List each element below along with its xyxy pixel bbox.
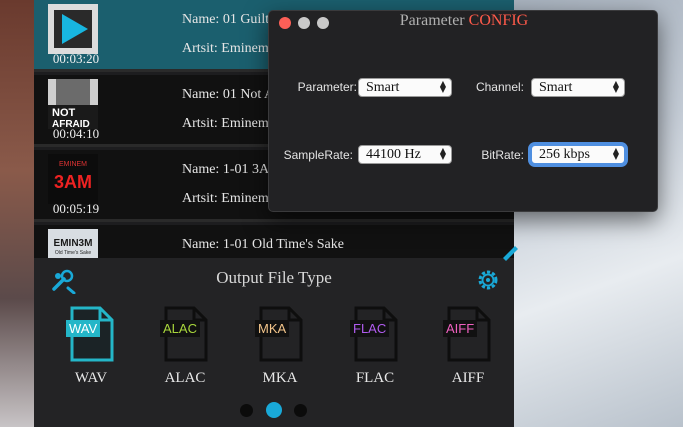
output-file-type-panel: Output File Type WAV WAV ALAC ALAC MKA MKA FLA…: [34, 258, 514, 427]
stepper-arrows-icon: ▲ ▼: [439, 146, 446, 161]
parameter-value: Smart: [366, 80, 400, 95]
bitrate-label: BitRate:: [481, 148, 524, 162]
file-type-badge: FLAC: [350, 320, 390, 337]
config-window-title: Parameter CONFIG: [269, 12, 659, 30]
file-type-option-aiff[interactable]: AIFF AIFF: [433, 306, 503, 396]
file-type-badge: ALAC: [160, 320, 200, 337]
desktop-background-left: [0, 0, 34, 427]
page-dot[interactable]: [294, 404, 307, 417]
parameter-select[interactable]: Smart ▲ ▼: [358, 78, 452, 97]
channel-label: Channel:: [475, 80, 524, 94]
track-name: Name: 1-01 3A: [182, 162, 270, 177]
album-art-text: NOT: [52, 107, 76, 119]
album-art-text: 3AM: [54, 172, 92, 192]
page-dot[interactable]: [240, 404, 253, 417]
samplerate-label: SampleRate:: [283, 148, 353, 162]
track-artist: Artsit: Eminem: [182, 116, 269, 131]
play-icon[interactable]: [48, 4, 98, 54]
file-type-label: WAV: [74, 370, 108, 386]
album-art-text: EMINEM: [59, 161, 87, 168]
output-section-title: Output File Type: [216, 268, 332, 287]
page-indicator: [240, 402, 310, 418]
file-type-label: FLAC: [355, 370, 395, 386]
file-type-badge: WAV: [66, 320, 101, 337]
album-art-text: EMIN3M: [54, 238, 93, 249]
file-type-label: AIFF: [451, 370, 485, 386]
album-art: NOT AFRAID: [48, 79, 98, 129]
parameter-label: Parameter:: [297, 80, 357, 94]
samplerate-select[interactable]: 44100 Hz ▲ ▼: [358, 145, 452, 164]
track-name: Name: 1-01 Old Time's Sake: [182, 237, 344, 252]
edit-pencil-icon[interactable]: [500, 241, 520, 261]
bitrate-value: 256 kbps: [539, 147, 590, 162]
file-type-label: ALAC: [164, 370, 206, 386]
track-duration: 00:03:20: [52, 51, 100, 66]
stepper-arrows-icon: ▲ ▼: [439, 79, 446, 94]
settings-gear-icon[interactable]: [475, 267, 501, 293]
file-type-badge: MKA: [255, 320, 290, 337]
track-name: Name: 01 Guilt: [182, 12, 270, 27]
file-type-option-flac[interactable]: FLAC FLAC: [340, 306, 410, 396]
file-type-option-mka[interactable]: MKA MKA: [245, 306, 315, 396]
bitrate-select[interactable]: 256 kbps ▲ ▼: [531, 145, 625, 164]
file-type-option-wav[interactable]: WAV WAV: [56, 306, 126, 396]
channel-value: Smart: [539, 80, 573, 95]
stepper-arrows-icon: ▲ ▼: [612, 146, 619, 161]
stepper-arrows-icon: ▲ ▼: [612, 79, 619, 94]
track-duration: 00:04:10: [52, 126, 100, 141]
album-art: EMINEM 3AM: [48, 154, 98, 204]
file-type-label: MKA: [262, 370, 298, 386]
track-artist: Artsit: Eminem: [182, 191, 269, 206]
config-title-accent: CONFIG: [468, 12, 529, 29]
album-art: [48, 4, 98, 54]
samplerate-value: 44100 Hz: [366, 147, 421, 162]
track-duration: 00:05:19: [52, 201, 100, 216]
config-title-prefix: Parameter: [399, 12, 465, 29]
album-art-text: Old Time's Sake: [55, 250, 91, 256]
track-artist: Artsit: Eminem: [182, 41, 269, 56]
file-type-badge: AIFF: [443, 320, 478, 337]
file-type-option-alac[interactable]: ALAC ALAC: [150, 306, 220, 396]
page-dot-active[interactable]: [266, 402, 282, 418]
channel-select[interactable]: Smart ▲ ▼: [531, 78, 625, 97]
parameter-config-window: Parameter CONFIG Parameter: Smart ▲ ▼ Cha…: [268, 10, 658, 212]
track-name: Name: 01 Not A: [182, 87, 275, 102]
